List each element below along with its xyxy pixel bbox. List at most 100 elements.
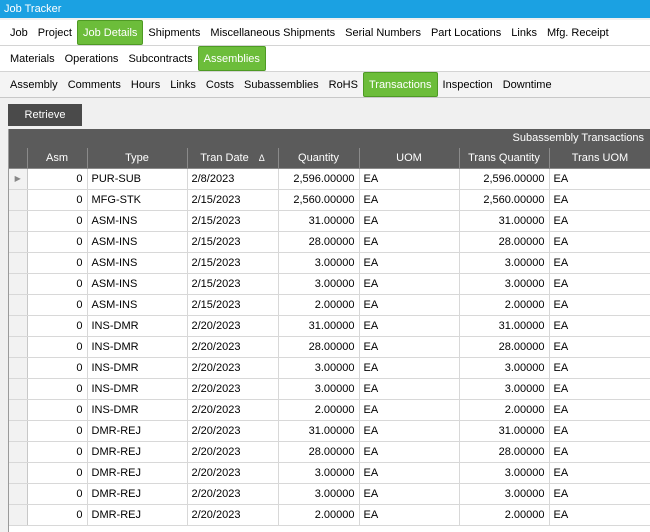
table-row[interactable]: 0 INS-DMR 2/20/2023 31.00000 EA 31.00000 EA xyxy=(9,315,650,337)
cell-tran-date[interactable]: 2/20/2023 xyxy=(187,399,279,421)
cell-quantity[interactable]: 31.00000 xyxy=(278,420,360,442)
table-row[interactable]: 0 DMR-REJ 2/20/2023 28.00000 EA 28.00000 EA xyxy=(9,441,650,463)
cell-asm[interactable]: 0 xyxy=(27,189,88,211)
cell-quantity[interactable]: 3.00000 xyxy=(278,462,360,484)
tab-part-locations[interactable]: Part Locations xyxy=(426,20,506,45)
cell-tran-date[interactable]: 2/20/2023 xyxy=(187,357,279,379)
cell-asm[interactable]: 0 xyxy=(27,252,88,274)
cell-type[interactable]: INS-DMR xyxy=(87,336,188,358)
cell-asm[interactable]: 0 xyxy=(27,420,88,442)
cell-quantity[interactable]: 28.00000 xyxy=(278,441,360,463)
table-row[interactable]: 0 DMR-REJ 2/20/2023 3.00000 EA 3.00000 EA xyxy=(9,462,650,484)
cell-trans-uom[interactable]: EA xyxy=(549,273,650,295)
cell-uom[interactable]: EA xyxy=(359,273,460,295)
cell-quantity[interactable]: 3.00000 xyxy=(278,483,360,505)
cell-type[interactable]: DMR-REJ xyxy=(87,441,188,463)
column-header-uom[interactable]: UOM xyxy=(359,148,460,169)
cell-trans-uom[interactable]: EA xyxy=(549,231,650,253)
retrieve-button[interactable]: Retrieve xyxy=(8,104,82,126)
row-selector[interactable] xyxy=(9,483,28,505)
cell-asm[interactable]: 0 xyxy=(27,483,88,505)
cell-trans-uom[interactable]: EA xyxy=(549,252,650,274)
column-header-trans-quantity[interactable]: Trans Quantity xyxy=(459,148,550,169)
cell-tran-date[interactable]: 2/15/2023 xyxy=(187,231,279,253)
cell-asm[interactable]: 0 xyxy=(27,210,88,232)
cell-uom[interactable]: EA xyxy=(359,483,460,505)
row-selector[interactable] xyxy=(9,189,28,211)
column-header-asm[interactable]: Asm xyxy=(27,148,88,169)
cell-uom[interactable]: EA xyxy=(359,441,460,463)
cell-tran-date[interactable]: 2/15/2023 xyxy=(187,210,279,232)
row-selector[interactable] xyxy=(9,399,28,421)
table-row[interactable]: 0 DMR-REJ 2/20/2023 3.00000 EA 3.00000 EA xyxy=(9,483,650,505)
cell-asm[interactable]: 0 xyxy=(27,336,88,358)
cell-type[interactable]: DMR-REJ xyxy=(87,504,188,526)
cell-tran-date[interactable]: 2/20/2023 xyxy=(187,315,279,337)
cell-type[interactable]: INS-DMR xyxy=(87,315,188,337)
cell-tran-date[interactable]: 2/20/2023 xyxy=(187,441,279,463)
cell-tran-date[interactable]: 2/15/2023 xyxy=(187,252,279,274)
row-selector[interactable] xyxy=(9,294,28,316)
cell-type[interactable]: DMR-REJ xyxy=(87,483,188,505)
cell-trans-uom[interactable]: EA xyxy=(549,420,650,442)
cell-quantity[interactable]: 28.00000 xyxy=(278,231,360,253)
tab-costs[interactable]: Costs xyxy=(201,72,239,97)
cell-trans-quantity[interactable]: 3.00000 xyxy=(459,273,550,295)
cell-trans-quantity[interactable]: 28.00000 xyxy=(459,441,550,463)
cell-tran-date[interactable]: 2/20/2023 xyxy=(187,336,279,358)
tab-assemblies[interactable]: Assemblies xyxy=(197,46,266,71)
cell-uom[interactable]: EA xyxy=(359,168,460,190)
cell-quantity[interactable]: 2.00000 xyxy=(278,504,360,526)
tab-materials[interactable]: Materials xyxy=(5,46,60,71)
cell-quantity[interactable]: 2,596.00000 xyxy=(278,168,360,190)
tab-downtime[interactable]: Downtime xyxy=(498,72,557,97)
cell-asm[interactable]: 0 xyxy=(27,378,88,400)
tab-serial-numbers[interactable]: Serial Numbers xyxy=(340,20,426,45)
cell-type[interactable]: ASM-INS xyxy=(87,231,188,253)
cell-uom[interactable]: EA xyxy=(359,294,460,316)
cell-trans-quantity[interactable]: 28.00000 xyxy=(459,231,550,253)
row-selector[interactable]: ▶ xyxy=(9,168,28,190)
cell-trans-quantity[interactable]: 2,560.00000 xyxy=(459,189,550,211)
row-selector[interactable] xyxy=(9,273,28,295)
cell-trans-uom[interactable]: EA xyxy=(549,357,650,379)
table-row[interactable]: 0 INS-DMR 2/20/2023 28.00000 EA 28.00000 EA xyxy=(9,336,650,358)
cell-trans-uom[interactable]: EA xyxy=(549,483,650,505)
cell-trans-uom[interactable]: EA xyxy=(549,462,650,484)
cell-trans-uom[interactable]: EA xyxy=(549,399,650,421)
column-header-quantity[interactable]: Quantity xyxy=(278,148,360,169)
cell-quantity[interactable]: 28.00000 xyxy=(278,336,360,358)
cell-trans-uom[interactable]: EA xyxy=(549,294,650,316)
cell-asm[interactable]: 0 xyxy=(27,504,88,526)
tab-project[interactable]: Project xyxy=(33,20,77,45)
cell-type[interactable]: PUR-SUB xyxy=(87,168,188,190)
cell-trans-uom[interactable]: EA xyxy=(549,378,650,400)
cell-uom[interactable]: EA xyxy=(359,336,460,358)
cell-asm[interactable]: 0 xyxy=(27,294,88,316)
tab-comments[interactable]: Comments xyxy=(63,72,126,97)
cell-trans-quantity[interactable]: 3.00000 xyxy=(459,462,550,484)
cell-asm[interactable]: 0 xyxy=(27,399,88,421)
cell-quantity[interactable]: 3.00000 xyxy=(278,357,360,379)
cell-quantity[interactable]: 31.00000 xyxy=(278,210,360,232)
table-row[interactable]: 0 ASM-INS 2/15/2023 3.00000 EA 3.00000 EA xyxy=(9,252,650,274)
cell-asm[interactable]: 0 xyxy=(27,315,88,337)
tab-rohs[interactable]: RoHS xyxy=(324,72,363,97)
table-row[interactable]: ▶ 0 PUR-SUB 2/8/2023 2,596.00000 EA 2,596.0000… xyxy=(9,168,650,190)
cell-type[interactable]: MFG-STK xyxy=(87,189,188,211)
cell-tran-date[interactable]: 2/20/2023 xyxy=(187,504,279,526)
table-row[interactable]: 0 INS-DMR 2/20/2023 3.00000 EA 3.00000 EA xyxy=(9,357,650,379)
row-selector[interactable] xyxy=(9,210,28,232)
table-row[interactable]: 0 ASM-INS 2/15/2023 2.00000 EA 2.00000 EA xyxy=(9,294,650,316)
cell-uom[interactable]: EA xyxy=(359,231,460,253)
tab-subcontracts[interactable]: Subcontracts xyxy=(123,46,197,71)
cell-trans-quantity[interactable]: 31.00000 xyxy=(459,210,550,232)
cell-uom[interactable]: EA xyxy=(359,315,460,337)
row-selector[interactable] xyxy=(9,420,28,442)
table-row[interactable]: 0 ASM-INS 2/15/2023 28.00000 EA 28.00000 EA xyxy=(9,231,650,253)
cell-asm[interactable]: 0 xyxy=(27,273,88,295)
cell-asm[interactable]: 0 xyxy=(27,462,88,484)
tab-shipments[interactable]: Shipments xyxy=(143,20,205,45)
row-selector[interactable] xyxy=(9,504,28,526)
cell-quantity[interactable]: 31.00000 xyxy=(278,315,360,337)
